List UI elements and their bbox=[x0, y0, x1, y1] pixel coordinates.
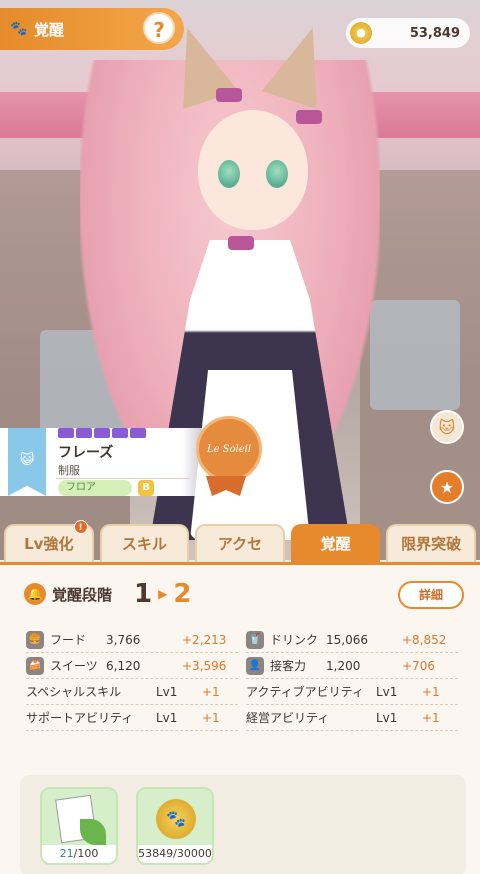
material-list: 21/100 🐾 53849/30000 bbox=[20, 775, 466, 874]
notification-badge: ! bbox=[73, 520, 88, 534]
cat-icon: 🐱 bbox=[438, 417, 456, 437]
character-outfit: 制服 bbox=[58, 464, 80, 477]
rarity-icon bbox=[76, 428, 92, 438]
awakening-stage: 🔔 覚醒段階 1 ▶ 2 bbox=[24, 579, 191, 609]
tab-level-up[interactable]: Lv強化 ! bbox=[4, 520, 94, 562]
coin-counter: ● 53,849 bbox=[346, 18, 470, 48]
coin-icon: ● bbox=[350, 22, 372, 44]
cat-profile-button[interactable]: 🐱 bbox=[430, 410, 464, 444]
ability-special: スペシャルスキル Lv1 +1 bbox=[26, 679, 238, 705]
character-face bbox=[198, 110, 308, 230]
star-icon: ★ bbox=[439, 477, 455, 497]
drink-icon: 🥤 bbox=[246, 630, 264, 649]
stat-sweets: 🍰 スイーツ 6,120 +3,596 bbox=[26, 653, 238, 679]
cat-icon: 😺 bbox=[19, 452, 35, 468]
rarity-icon bbox=[130, 428, 146, 438]
shop-medal: Le Soleil bbox=[196, 416, 262, 482]
character-eye bbox=[266, 160, 288, 188]
tab-label: Lv強化 bbox=[24, 535, 74, 553]
tab-limit-break[interactable]: 限界突破 bbox=[386, 524, 476, 562]
paw-coin-icon: 🐾 bbox=[156, 799, 196, 839]
medal-text: Le Soleil bbox=[206, 443, 252, 455]
shop-window bbox=[370, 300, 460, 410]
character-name: フレーズ bbox=[58, 445, 114, 461]
stat-service: 👤 接客力 1,200 +706 bbox=[246, 653, 458, 679]
material-document[interactable]: 21/100 bbox=[40, 787, 118, 865]
divider bbox=[56, 478, 190, 479]
hair-bow bbox=[216, 88, 242, 102]
coin-amount: 53,849 bbox=[409, 25, 460, 41]
help-button[interactable]: ? bbox=[143, 12, 175, 44]
stat-drink: 🥤 ドリンク 15,066 +8,852 bbox=[246, 627, 458, 653]
stat-food: 🍔 フード 3,766 +2,213 bbox=[26, 627, 238, 653]
detail-button[interactable]: 詳細 bbox=[398, 581, 464, 609]
bell-icon: 🔔 bbox=[24, 583, 46, 605]
neck-bow bbox=[228, 236, 254, 250]
material-coin[interactable]: 🐾 53849/30000 bbox=[136, 787, 214, 865]
stat-list: 🍔 フード 3,766 +2,213 🥤 ドリンク 15,066 +8,852 … bbox=[26, 627, 466, 731]
service-icon: 👤 bbox=[246, 656, 264, 675]
character-type-tag: 😺 bbox=[8, 428, 46, 496]
material-count: 21/100 bbox=[42, 845, 116, 863]
upgrade-tabs: Lv強化 ! スキル アクセ 覚醒 限界突破 bbox=[0, 520, 480, 564]
hair-bow bbox=[296, 110, 322, 124]
arrow-right-icon: ▶ bbox=[158, 587, 168, 601]
character-eye bbox=[218, 160, 240, 188]
tab-accessory[interactable]: アクセ bbox=[195, 524, 285, 562]
stage-label: 覚醒段階 bbox=[52, 585, 113, 604]
tab-awakening[interactable]: 覚醒 bbox=[290, 524, 381, 562]
food-icon: 🍔 bbox=[26, 630, 44, 649]
tab-skill[interactable]: スキル bbox=[99, 524, 190, 562]
leaf-icon bbox=[80, 819, 106, 845]
rarity-icon bbox=[58, 428, 74, 438]
paw-icon: 🐾 bbox=[10, 21, 28, 37]
role-badge: フロア bbox=[58, 480, 132, 496]
cake-icon: 🍰 bbox=[26, 656, 44, 675]
material-count: 53849/30000 bbox=[138, 845, 212, 863]
grade-badge: B bbox=[138, 480, 154, 496]
awakening-panel: 🔔 覚醒段階 1 ▶ 2 詳細 🍔 フード 3,766 +2,213 🥤 ドリン… bbox=[0, 562, 480, 874]
rarity-icon bbox=[94, 428, 110, 438]
ability-management: 経営アビリティ Lv1 +1 bbox=[246, 705, 458, 731]
screen-title: 覚醒 bbox=[34, 20, 65, 39]
stage-next: 2 bbox=[173, 579, 192, 609]
ability-support: サポートアビリティ Lv1 +1 bbox=[26, 705, 238, 731]
ability-active: アクティブアビリティ Lv1 +1 bbox=[246, 679, 458, 705]
favorite-button[interactable]: ★ bbox=[430, 470, 464, 504]
stage-current: 1 bbox=[134, 579, 153, 609]
rarity-stars bbox=[58, 428, 146, 438]
rarity-icon bbox=[112, 428, 128, 438]
